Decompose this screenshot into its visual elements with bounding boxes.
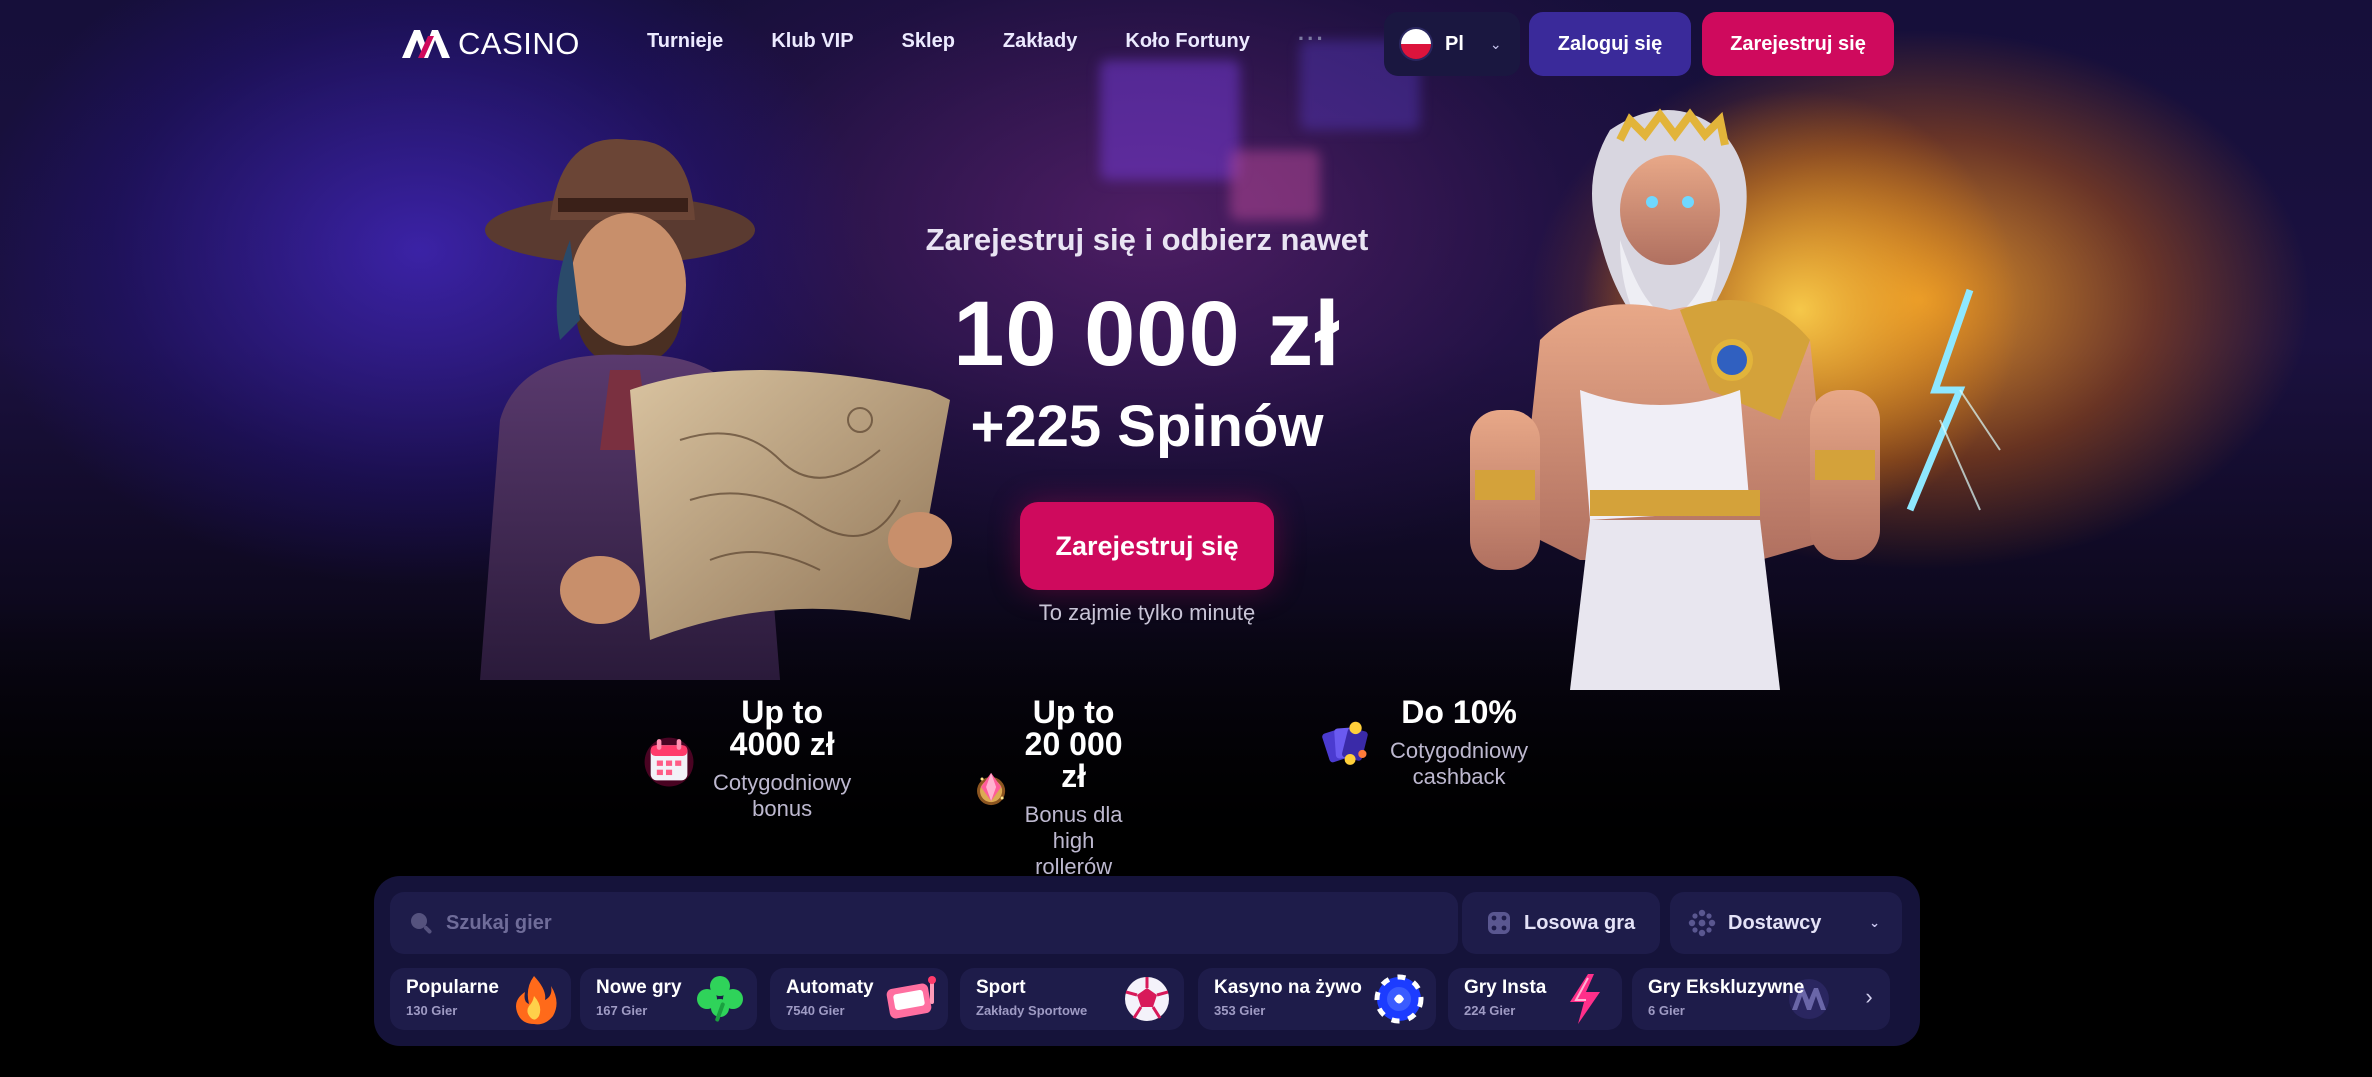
random-game-label: Losowa gra [1524,911,1636,934]
category-count: 353 Gier [1214,1003,1266,1018]
category-count: Zakłady Sportowe [976,1003,1088,1018]
perk-high-roller-bonus: Up to 20 000 zł Bonus dla high rollerów [972,696,1131,880]
logo-text: CASINO [458,26,580,61]
game-search[interactable] [390,892,1458,954]
hero-free-spins: +225 Spinów [970,394,1324,459]
search-icon [411,913,432,934]
perk-title: Up to 20 000 zł [1024,694,1123,794]
nav-more-icon[interactable]: ··· [1298,26,1326,52]
category-sport[interactable]: Sport Zakłady Sportowe [960,968,1184,1030]
nav-item-zaklady[interactable]: Zakłady [1003,30,1077,53]
dice-icon [1488,912,1510,934]
perk-description: Bonus dla high rollerów [1024,802,1123,879]
games-panel: Losowa gra Dostawcy ⌄ Popularne 130 Gier… [374,876,1920,1046]
category-name: Nowe gry [596,977,682,998]
language-selector[interactable]: Pl ⌄ [1384,12,1520,76]
perk-weekly-cashback: Do 10% Cotygodniowy cashback [1320,696,1540,790]
top-header: CASINO Turnieje Klub VIP Sklep Zakłady K… [0,0,2372,88]
category-automaty[interactable]: Automaty 7540 Gier [770,968,948,1030]
nav-item-kolo-fortuny[interactable]: Koło Fortuny [1125,30,1249,53]
diamond-icon [977,772,1006,806]
logo-mark-icon [402,30,450,58]
category-name: Automaty [786,977,874,998]
nav-item-sklep[interactable]: Sklep [902,30,955,53]
category-name: Gry Ekskluzywne [1648,977,1805,998]
hero-note: To zajmie tylko minutę [1038,600,1256,625]
category-name: Gry Insta [1464,977,1547,998]
category-name: Kasyno na żywo [1214,977,1362,998]
perk-title: Up to 4000 zł [729,694,835,762]
category-count: 224 Gier [1464,1003,1516,1018]
category-count: 167 Gier [596,1003,648,1018]
providers-icon [1688,909,1716,937]
register-button[interactable]: Zarejestruj się [1702,12,1894,76]
perk-weekly-bonus: Up to 4000 zł Cotygodniowy bonus [640,696,860,822]
random-game-button[interactable]: Losowa gra [1462,892,1660,954]
category-count: 7540 Gier [786,1003,845,1018]
login-button[interactable]: Zaloguj się [1529,12,1691,76]
cards-icon [1322,721,1368,765]
nav-item-klub-vip[interactable]: Klub VIP [771,30,853,53]
hero-register-button[interactable]: Zarejestruj się [1020,502,1274,590]
poland-flag-icon [1399,27,1433,61]
category-name: Sport [976,977,1026,998]
chevron-down-icon: ⌄ [1869,915,1880,930]
category-kasyno-na-zywo[interactable]: Kasyno na żywo 353 Gier [1198,968,1436,1030]
hero-promo: Zarejestruj się i odbierz nawet 10 000 z… [786,222,1508,626]
neon-sign [1230,150,1320,220]
category-popularne[interactable]: Popularne 130 Gier [390,968,571,1030]
category-gry-ekskluzywne[interactable]: Gry Ekskluzywne 6 Gier › [1632,968,1890,1030]
category-nowe-gry[interactable]: Nowe gry 167 Gier [580,968,757,1030]
calendar-icon [644,737,694,787]
providers-label: Dostawcy [1728,911,1822,934]
site-logo[interactable]: CASINO [400,26,580,62]
hero-bonus-amount: 10 000 zł [953,283,1341,385]
perk-title: Do 10% [1401,694,1517,730]
perk-description: Cotygodniowy bonus [713,770,852,821]
providers-dropdown[interactable]: Dostawcy ⌄ [1670,892,1902,954]
game-categories: Popularne 130 Gier Nowe gry 167 Gier Aut… [390,968,1906,1030]
hero-subtitle: Zarejestruj się i odbierz nawet [925,222,1369,257]
chevron-down-icon: ⌄ [1489,35,1502,52]
main-nav: Turnieje Klub VIP Sklep Zakłady Koło For… [647,26,1374,53]
category-count: 6 Gier [1648,1003,1685,1018]
search-input[interactable] [446,911,1346,935]
perk-description: Cotygodniowy cashback [1389,738,1529,789]
category-gry-insta[interactable]: Gry Insta 224 Gier [1448,968,1622,1030]
language-code: Pl [1445,32,1464,55]
category-count: 130 Gier [406,1003,458,1018]
nav-item-turnieje[interactable]: Turnieje [647,30,723,53]
category-name: Popularne [406,977,499,998]
